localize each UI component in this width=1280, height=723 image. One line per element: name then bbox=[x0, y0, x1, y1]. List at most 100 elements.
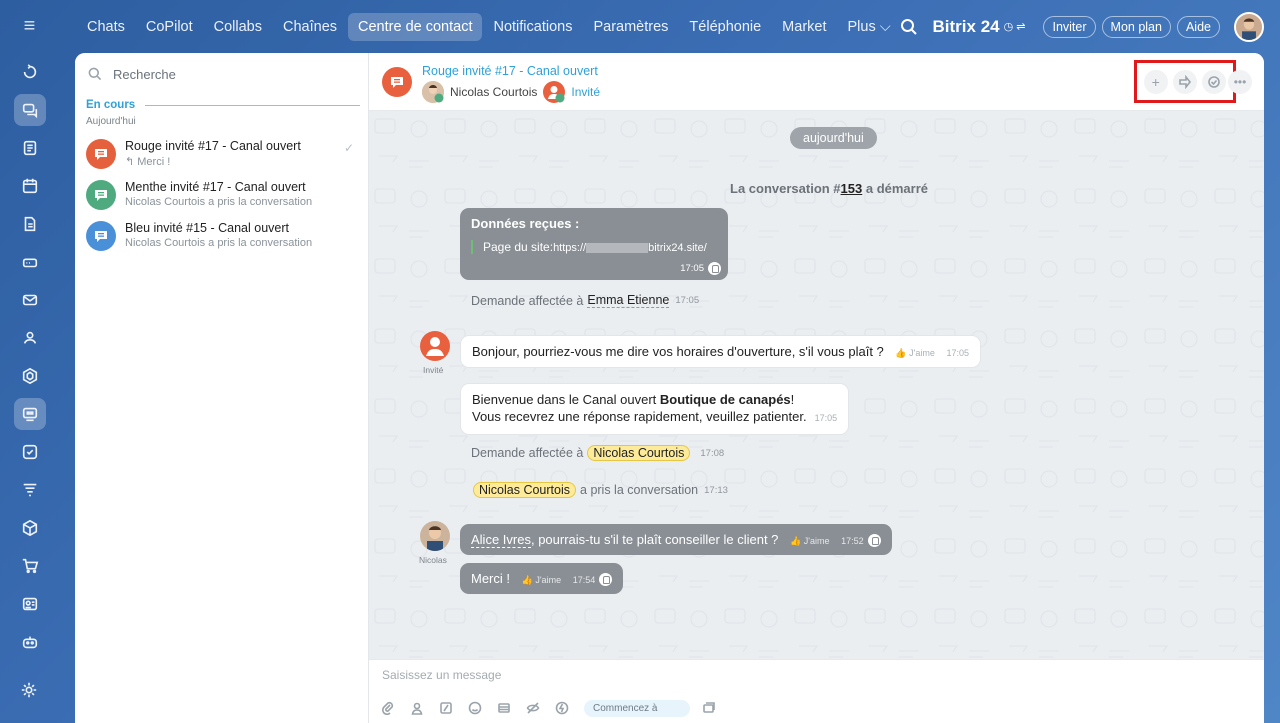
sys1-text: Demande affectée à bbox=[471, 293, 584, 308]
like-button[interactable]: 👍 J'aime bbox=[522, 575, 561, 585]
guest-avatar-side[interactable] bbox=[420, 331, 450, 361]
search-box[interactable]: Recherche bbox=[75, 53, 368, 95]
tab-copilot[interactable]: CoPilot bbox=[136, 13, 203, 41]
transfer-arrow-icon[interactable] bbox=[1172, 69, 1197, 94]
lightning-icon[interactable] bbox=[555, 701, 571, 717]
started-prefix: La conversation # bbox=[730, 181, 841, 196]
help-button[interactable]: Aide bbox=[1176, 15, 1220, 38]
calendar-icon[interactable] bbox=[14, 170, 46, 202]
chat-title[interactable]: Rouge invité #17 - Canal ouvert bbox=[422, 64, 598, 78]
tab-telephony[interactable]: Téléphonie bbox=[679, 13, 771, 41]
user-icon[interactable] bbox=[410, 701, 426, 717]
quick-start-button[interactable]: Commencez à bbox=[584, 700, 690, 717]
script-icon[interactable] bbox=[439, 701, 455, 717]
my-plan-button[interactable]: Mon plan bbox=[1101, 15, 1171, 38]
tab-chats[interactable]: Chats bbox=[77, 13, 135, 41]
box-icon[interactable] bbox=[14, 512, 46, 544]
conversation-item[interactable]: Rouge invité #17 - Canal ouvert ↰ Merci … bbox=[75, 133, 368, 174]
welcome-line-1: Bienvenue dans le Canal ouvert Boutique … bbox=[472, 391, 837, 408]
emoji-icon[interactable] bbox=[468, 701, 484, 717]
cards-icon[interactable] bbox=[702, 701, 718, 717]
tab-contact-center[interactable]: Centre de contact bbox=[348, 12, 483, 41]
feed-icon[interactable] bbox=[14, 132, 46, 164]
welcome-channel-name: Boutique de canapés bbox=[659, 392, 791, 407]
conversation-started: La conversation #153 a démarré bbox=[730, 181, 928, 196]
crm-icon[interactable] bbox=[14, 360, 46, 392]
drive-icon[interactable] bbox=[14, 246, 46, 278]
operator-avatar-side[interactable] bbox=[420, 521, 450, 551]
tab-channels[interactable]: Chaînes bbox=[273, 13, 347, 41]
data-card-time: 17:05 bbox=[680, 263, 704, 275]
funnel-icon[interactable] bbox=[14, 474, 46, 506]
brand-logo[interactable]: Bitrix 24 bbox=[933, 17, 1000, 37]
clock-settings-icon[interactable]: ◷ ⇌ bbox=[1004, 20, 1026, 33]
like-label: J'aime bbox=[803, 536, 830, 546]
hide-icon[interactable] bbox=[526, 701, 542, 717]
conversation-title: Rouge invité #17 - Canal ouvert bbox=[125, 139, 301, 153]
messenger-icon[interactable] bbox=[13, 94, 46, 126]
mention-link[interactable]: Alice Ivres bbox=[471, 532, 531, 548]
welcome-time: 17:05 bbox=[814, 413, 838, 423]
conversation-title: Menthe invité #17 - Canal ouvert bbox=[125, 180, 306, 194]
tab-more[interactable]: Plus ⌵ bbox=[838, 13, 901, 41]
contact-center-icon[interactable] bbox=[13, 398, 46, 430]
data-card-url-start[interactable]: https:// bbox=[553, 242, 586, 254]
guest-avatar[interactable] bbox=[543, 81, 566, 103]
top-bar: Chats CoPilot Collabs Chaînes Centre de … bbox=[59, 0, 1280, 53]
guest-message-time: 17:05 bbox=[946, 348, 970, 358]
sys1-name[interactable]: Emma Etienne bbox=[587, 293, 670, 308]
settings-gear-icon[interactable] bbox=[13, 674, 45, 706]
tab-market[interactable]: Market bbox=[772, 13, 836, 41]
activity-icon[interactable] bbox=[14, 56, 46, 88]
sys2-name[interactable]: Nicolas Courtois bbox=[587, 445, 691, 461]
conversation-number-link[interactable]: 153 bbox=[841, 181, 863, 196]
tab-collabs[interactable]: Collabs bbox=[204, 13, 272, 41]
main-card: Recherche En cours Aujourd'hui Rouge inv… bbox=[75, 53, 1264, 723]
robot-icon[interactable] bbox=[14, 626, 46, 658]
conversation-subtitle: Nicolas Courtois a pris la conversation bbox=[125, 196, 313, 208]
id-card-icon[interactable] bbox=[14, 588, 46, 620]
like-button[interactable]: 👍 J'aime bbox=[895, 348, 934, 358]
chat-bubble-icon bbox=[86, 180, 116, 210]
user-avatar[interactable] bbox=[1234, 11, 1264, 42]
conversation-item[interactable]: Menthe invité #17 - Canal ouvert Nicolas… bbox=[75, 174, 368, 215]
started-suffix: a démarré bbox=[862, 181, 929, 196]
groups-icon[interactable] bbox=[14, 322, 46, 354]
operator-message-text: Merci ! bbox=[471, 571, 510, 586]
operator-name: Nicolas Courtois bbox=[450, 85, 538, 99]
operator-message-text: , pourrais-tu s'il te plaît conseiller l… bbox=[530, 532, 779, 547]
sys3-text: a pris la conversation bbox=[580, 483, 699, 497]
mail-icon[interactable] bbox=[14, 284, 46, 316]
data-card-line: Page du site:https:// bitrix24.site/ bbox=[471, 240, 717, 254]
operator-message-time: 17:52 bbox=[841, 536, 864, 546]
sys3-name[interactable]: Nicolas Courtois bbox=[473, 482, 577, 498]
guest-message-text: Bonjour, pourriez-vous me dire vos horai… bbox=[472, 344, 884, 359]
operator-side-label: Nicolas bbox=[419, 555, 447, 565]
tab-notifications[interactable]: Notifications bbox=[483, 13, 582, 41]
conversation-subtitle: ↰ Merci ! bbox=[125, 156, 171, 168]
message-input[interactable]: Saisissez un message bbox=[382, 668, 501, 682]
template-icon[interactable] bbox=[497, 701, 513, 717]
finish-check-icon[interactable] bbox=[1202, 69, 1227, 94]
operator-avatar[interactable] bbox=[422, 81, 444, 103]
documents-icon[interactable] bbox=[14, 208, 46, 240]
sys3-time: 17:13 bbox=[704, 484, 728, 496]
more-options-icon[interactable]: ••• bbox=[1228, 70, 1252, 94]
search-icon[interactable] bbox=[899, 17, 919, 37]
composer: Saisissez un message Commencez à bbox=[369, 659, 1264, 723]
conversation-subtitle: Nicolas Courtois a pris la conversation bbox=[125, 237, 313, 249]
welcome-line-1-post: ! bbox=[790, 392, 795, 407]
conversation-item[interactable]: Bleu invité #15 - Canal ouvert Nicolas C… bbox=[75, 215, 368, 256]
message-area[interactable]: aujourd'hui La conversation #153 a démar… bbox=[369, 111, 1264, 659]
cart-icon[interactable] bbox=[14, 550, 46, 582]
like-button[interactable]: 👍 J'aime bbox=[790, 536, 829, 546]
invite-button[interactable]: Inviter bbox=[1043, 15, 1096, 38]
attach-icon[interactable] bbox=[381, 701, 397, 717]
tasks-icon[interactable] bbox=[14, 436, 46, 468]
data-card-url-end[interactable]: bitrix24.site/ bbox=[648, 242, 707, 254]
add-participant-icon[interactable]: + bbox=[1143, 69, 1168, 94]
hamburger-menu-icon[interactable]: ≡ bbox=[0, 0, 59, 53]
tab-settings[interactable]: Paramètres bbox=[583, 13, 678, 41]
lock-icon bbox=[599, 573, 613, 587]
day-label: Aujourd'hui bbox=[86, 116, 136, 127]
